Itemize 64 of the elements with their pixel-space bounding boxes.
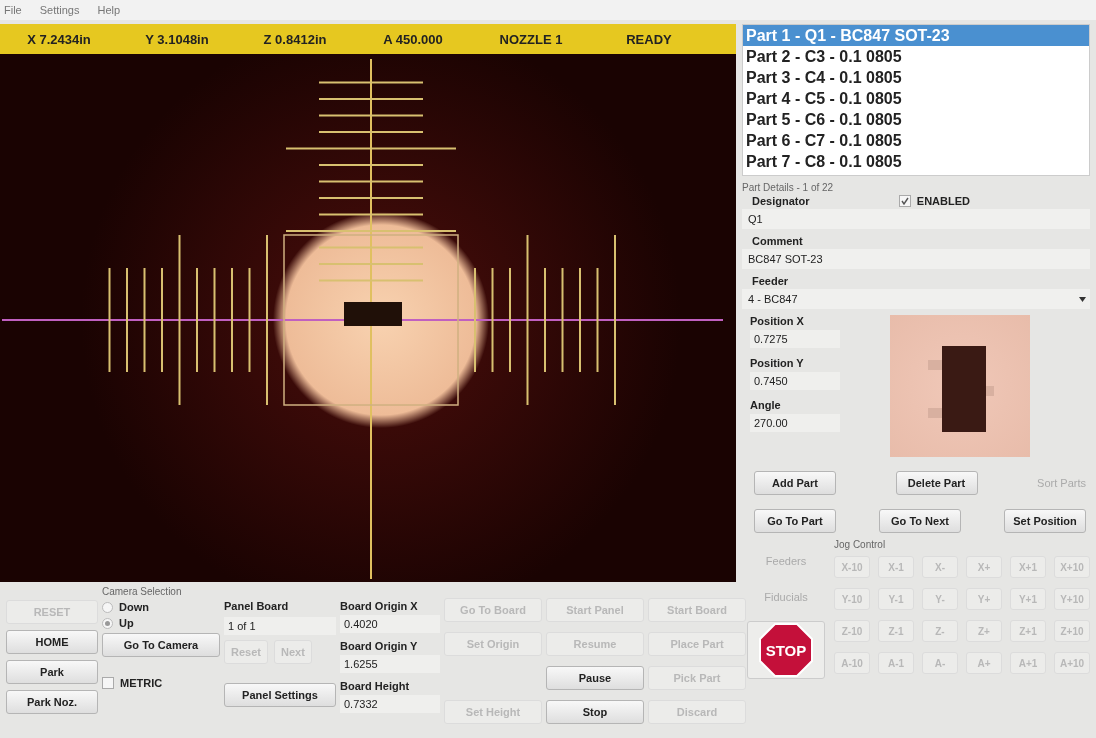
- group-label: Jog Control: [834, 539, 887, 550]
- radio-label: Down: [119, 601, 149, 613]
- button[interactable]: Add Part: [754, 471, 836, 495]
- caret-icon: [1079, 296, 1086, 302]
- button[interactable]: Park: [6, 660, 98, 684]
- text-field[interactable]: 0.7275: [750, 330, 840, 348]
- list-item[interactable]: Part 4 - C5 - 0.1 0805: [743, 88, 1089, 109]
- button[interactable]: Park Noz.: [6, 690, 98, 714]
- text-field[interactable]: Q1: [742, 209, 1090, 229]
- checkbox-label: ENABLED: [916, 195, 970, 207]
- field-value: 0.7332: [340, 695, 440, 713]
- checkbox[interactable]: [898, 195, 911, 207]
- go-to-camera-button[interactable]: Go To Camera: [102, 633, 220, 657]
- list-item[interactable]: Part 3 - C4 - 0.1 0805: [743, 67, 1089, 88]
- menu-item[interactable]: File: [4, 4, 22, 16]
- button[interactable]: Go To Part: [754, 509, 836, 533]
- list-item[interactable]: Part 7 - C8 - 0.1 0805: [743, 151, 1089, 172]
- text-field[interactable]: BC847 SOT-23: [742, 249, 1090, 269]
- field-label: Board Height: [340, 680, 411, 692]
- field-label: Angle: [750, 399, 782, 411]
- status-text: A 450.000: [382, 31, 444, 47]
- stop-label: STOP: [765, 641, 807, 659]
- button[interactable]: HOME: [6, 630, 98, 654]
- radio-button[interactable]: [102, 617, 113, 629]
- checkbox-label: METRIC: [120, 677, 163, 689]
- checkbox[interactable]: [102, 677, 114, 689]
- field-label: Feeder: [751, 275, 790, 287]
- group-label: Part Details - 1 of 22: [742, 182, 835, 193]
- radio-label: Up: [119, 617, 134, 629]
- stop-button[interactable]: STOP: [747, 621, 825, 679]
- octagon-icon: [759, 623, 813, 677]
- field-label: Panel Board: [224, 600, 290, 612]
- field-label: Board Origin X: [340, 600, 419, 612]
- field-value: 0.4020: [340, 615, 440, 633]
- text-field[interactable]: 0.7450: [750, 372, 840, 390]
- button[interactable]: Pause: [546, 666, 644, 690]
- panel-settings-button[interactable]: Panel Settings: [224, 683, 336, 707]
- button[interactable]: Stop: [546, 700, 644, 724]
- menu-item[interactable]: Settings: [39, 4, 80, 16]
- dropdown-value: 4 - BC847: [748, 293, 798, 305]
- dropdown[interactable]: 4 - BC847: [742, 289, 1090, 309]
- status-text: Y 3.1048in: [144, 31, 210, 47]
- group-label: Camera Selection: [102, 586, 183, 597]
- list-item[interactable]: Part 6 - C7 - 0.1 0805: [743, 130, 1089, 151]
- status-text: NOZZLE 1: [498, 31, 564, 47]
- radio-button[interactable]: [102, 601, 113, 613]
- field-label: Board Origin Y: [340, 640, 419, 652]
- field-label: Designator: [752, 195, 810, 207]
- field-value: 1.6255: [340, 655, 440, 673]
- button[interactable]: Set Position: [1004, 509, 1086, 533]
- list-item[interactable]: Part 1 - Q1 - BC847 SOT-23: [743, 25, 1089, 46]
- text-field[interactable]: 270.00: [750, 414, 840, 432]
- field-value: 1 of 1: [224, 617, 336, 635]
- status-text: READY: [625, 31, 673, 47]
- button[interactable]: Delete Part: [895, 471, 978, 495]
- menu-item[interactable]: Help: [97, 4, 121, 16]
- list-item[interactable]: Part 2 - C3 - 0.1 0805: [743, 46, 1089, 67]
- button[interactable]: Go To Next: [879, 509, 961, 533]
- status-text: X 7.2434in: [26, 31, 92, 47]
- list-item[interactable]: Part 5 - C6 - 0.1 0805: [743, 109, 1089, 130]
- field-label: Position Y: [750, 357, 805, 369]
- status-text: Z 0.8412in: [262, 31, 328, 47]
- field-label: Position X: [750, 315, 805, 327]
- field-label: Comment: [751, 235, 804, 247]
